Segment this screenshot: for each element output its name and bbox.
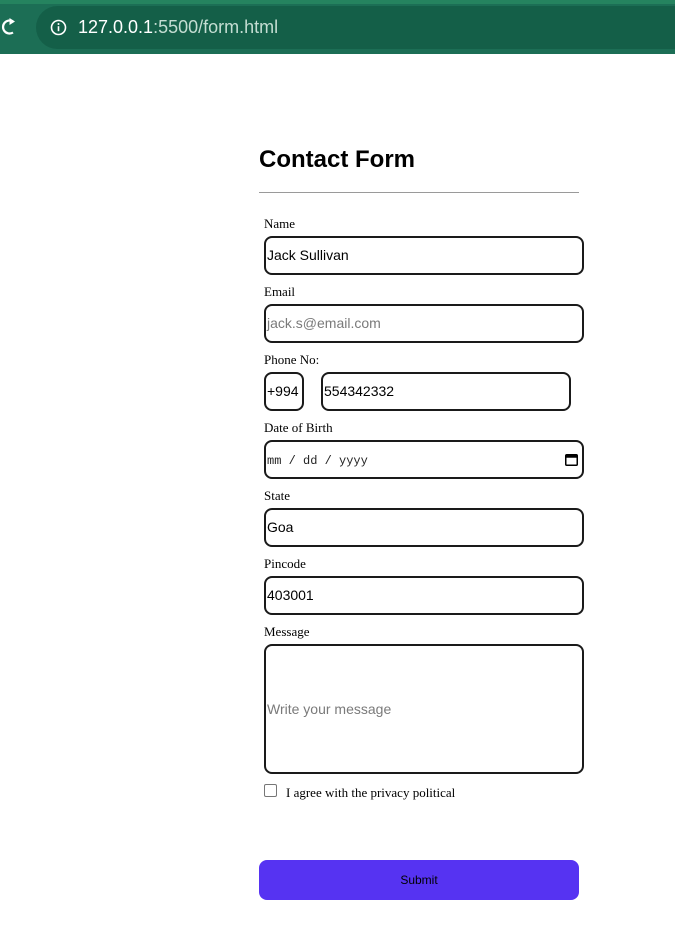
- form-title: Contact Form: [259, 146, 415, 173]
- email-label: Email: [264, 284, 296, 299]
- url-text[interactable]: 127.0.0.1:5500/form.html: [78, 6, 278, 49]
- dob-placeholder: mm / dd / yyyy: [267, 454, 368, 468]
- email-placeholder: jack.s@email.com: [267, 315, 381, 331]
- calendar-icon[interactable]: [565, 453, 578, 466]
- country-code-value: +994: [267, 383, 299, 399]
- dob-input[interactable]: mm / dd / yyyy: [264, 440, 584, 479]
- phone-number-input[interactable]: 554342332: [321, 372, 571, 411]
- address-bar[interactable]: 127.0.0.1:5500/form.html: [36, 6, 675, 49]
- info-icon[interactable]: [50, 19, 67, 36]
- submit-button[interactable]: Submit: [259, 860, 579, 900]
- message-textarea[interactable]: Write your message: [264, 644, 584, 774]
- title-divider: [259, 192, 579, 193]
- contact-form: Contact Form Name Jack Sullivan Email ja…: [259, 143, 584, 900]
- dob-label: Date of Birth: [264, 420, 333, 435]
- country-code-input[interactable]: +994: [264, 372, 304, 411]
- privacy-checkbox[interactable]: [264, 784, 277, 797]
- reload-icon: [1, 18, 15, 35]
- name-label: Name: [264, 216, 296, 231]
- name-input[interactable]: Jack Sullivan: [264, 236, 584, 275]
- phone-number-value: 554342332: [324, 383, 395, 399]
- tab-strip-edge: [0, 0, 675, 4]
- url-path: :5500/form.html: [153, 17, 279, 37]
- state-value: Goa: [267, 519, 294, 535]
- name-value: Jack Sullivan: [267, 247, 349, 263]
- pincode-value: 403001: [267, 587, 314, 603]
- state-label: State: [264, 488, 290, 503]
- message-placeholder: Write your message: [267, 701, 392, 717]
- pincode-label: Pincode: [264, 556, 306, 571]
- pincode-input[interactable]: 403001: [264, 576, 584, 615]
- message-label: Message: [264, 624, 310, 639]
- url-host: 127.0.0.1: [78, 17, 154, 37]
- browser-toolbar: 127.0.0.1:5500/form.html: [0, 0, 675, 54]
- reload-button[interactable]: [0, 14, 22, 40]
- phone-label: Phone No:: [264, 352, 320, 367]
- privacy-label[interactable]: I agree with the privacy political: [286, 785, 455, 800]
- state-input[interactable]: Goa: [264, 508, 584, 547]
- email-input[interactable]: jack.s@email.com: [264, 304, 584, 343]
